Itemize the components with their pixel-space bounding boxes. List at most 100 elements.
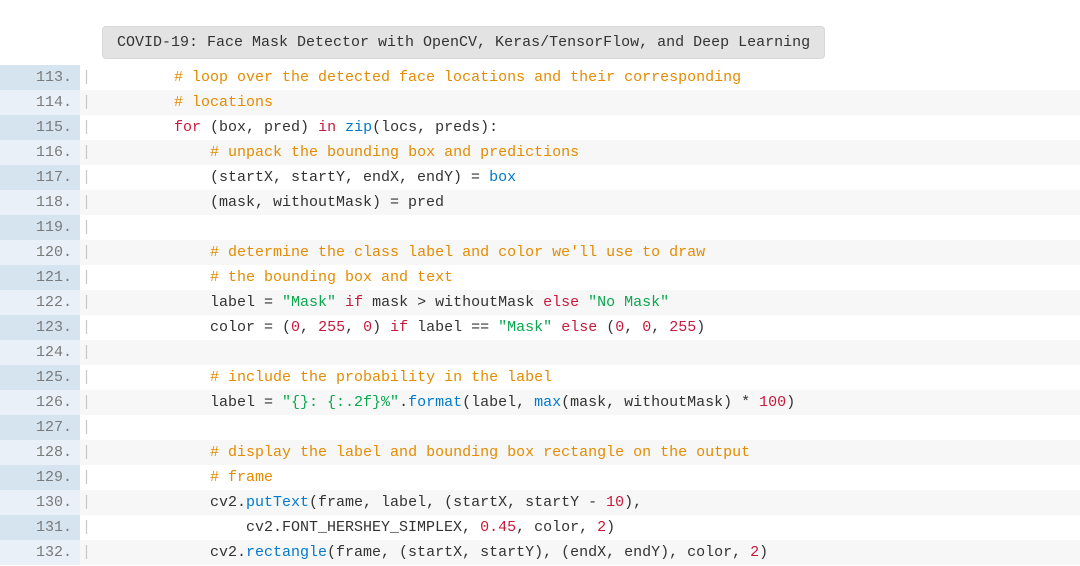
line-number: 118. — [0, 190, 80, 215]
code-row: 126.| label = "{}: {:.2f}%".format(label… — [0, 390, 1080, 415]
line-number: 123. — [0, 315, 80, 340]
code-row: 124.| — [0, 340, 1080, 365]
code-token: "No Mask" — [588, 294, 669, 311]
code-row: 125.| # include the probability in the l… — [0, 365, 1080, 390]
code-content: (startX, startY, endX, endY) = box — [92, 165, 1080, 190]
code-token: cv2.FONT_HERSHEY_SIMPLEX, — [102, 519, 480, 536]
gutter-divider: | — [80, 365, 92, 390]
code-token: 0 — [291, 319, 300, 336]
code-lines: 113.| # loop over the detected face loca… — [0, 65, 1080, 565]
code-token: cv2. — [102, 544, 246, 561]
code-row: 132.| cv2.rectangle(frame, (startX, star… — [0, 540, 1080, 565]
code-row: 127.| — [0, 415, 1080, 440]
code-token: label = — [102, 294, 282, 311]
code-token: # include the probability in the label — [210, 369, 552, 386]
code-token — [102, 144, 210, 161]
code-row: 114.| # locations — [0, 90, 1080, 115]
code-token: (box, pred) — [201, 119, 318, 136]
code-token: 0 — [615, 319, 624, 336]
code-token: , — [624, 319, 642, 336]
gutter-divider: | — [80, 290, 92, 315]
code-token: ), — [624, 494, 642, 511]
code-token — [102, 369, 210, 386]
gutter-divider: | — [80, 90, 92, 115]
code-token: if — [345, 294, 363, 311]
code-token — [102, 219, 111, 236]
code-token — [102, 69, 174, 86]
code-content — [92, 415, 1080, 440]
gutter-divider: | — [80, 515, 92, 540]
code-row: 113.| # loop over the detected face loca… — [0, 65, 1080, 90]
code-token: 255 — [669, 319, 696, 336]
line-number: 127. — [0, 415, 80, 440]
code-token: # the bounding box and text — [210, 269, 453, 286]
code-row: 115.| for (box, pred) in zip(locs, preds… — [0, 115, 1080, 140]
line-number: 130. — [0, 490, 80, 515]
code-token — [102, 269, 210, 286]
code-token: (locs, preds): — [372, 119, 498, 136]
line-number: 126. — [0, 390, 80, 415]
code-token: 2 — [597, 519, 606, 536]
code-token: "Mask" — [498, 319, 552, 336]
code-content: # include the probability in the label — [92, 365, 1080, 390]
line-number: 120. — [0, 240, 80, 265]
code-content: color = (0, 255, 0) if label == "Mask" e… — [92, 315, 1080, 340]
gutter-divider: | — [80, 340, 92, 365]
line-number: 131. — [0, 515, 80, 540]
code-token: ) — [786, 394, 795, 411]
code-token: (label, — [462, 394, 534, 411]
code-content: (mask, withoutMask) = pred — [92, 190, 1080, 215]
code-token: , — [345, 319, 363, 336]
code-row: 129.| # frame — [0, 465, 1080, 490]
code-content — [92, 215, 1080, 240]
line-number: 124. — [0, 340, 80, 365]
code-title: COVID-19: Face Mask Detector with OpenCV… — [102, 26, 825, 59]
code-token: else — [543, 294, 579, 311]
code-token: , color, — [516, 519, 597, 536]
code-token: cv2. — [102, 494, 246, 511]
gutter-divider: | — [80, 315, 92, 340]
code-token: rectangle — [246, 544, 327, 561]
code-token: 100 — [759, 394, 786, 411]
code-row: 131.| cv2.FONT_HERSHEY_SIMPLEX, 0.45, co… — [0, 515, 1080, 540]
code-token: (frame, label, (startX, startY - — [309, 494, 606, 511]
code-token: ) — [372, 319, 390, 336]
code-token — [102, 94, 174, 111]
code-token: (startX, startY, endX, endY) = — [102, 169, 489, 186]
code-token: # unpack the bounding box and prediction… — [210, 144, 579, 161]
gutter-divider: | — [80, 115, 92, 140]
code-content: cv2.FONT_HERSHEY_SIMPLEX, 0.45, color, 2… — [92, 515, 1080, 540]
gutter-divider: | — [80, 540, 92, 565]
code-row: 128.| # display the label and bounding b… — [0, 440, 1080, 465]
code-token: else — [561, 319, 597, 336]
code-row: 122.| label = "Mask" if mask > withoutMa… — [0, 290, 1080, 315]
code-token: 0 — [363, 319, 372, 336]
code-content: # loop over the detected face locations … — [92, 65, 1080, 90]
code-row: 118.| (mask, withoutMask) = pred — [0, 190, 1080, 215]
code-token: 10 — [606, 494, 624, 511]
code-token: label = — [102, 394, 282, 411]
code-token: mask > withoutMask — [363, 294, 543, 311]
code-row: 120.| # determine the class label and co… — [0, 240, 1080, 265]
line-number: 132. — [0, 540, 80, 565]
code-token: format — [408, 394, 462, 411]
line-number: 115. — [0, 115, 80, 140]
gutter-divider: | — [80, 390, 92, 415]
gutter-divider: | — [80, 490, 92, 515]
code-token: max — [534, 394, 561, 411]
code-token: # loop over the detected face locations … — [174, 69, 741, 86]
code-content — [92, 340, 1080, 365]
line-number: 113. — [0, 65, 80, 90]
code-token: box — [489, 169, 516, 186]
code-token: putText — [246, 494, 309, 511]
gutter-divider: | — [80, 440, 92, 465]
code-row: 119.| — [0, 215, 1080, 240]
gutter-divider: | — [80, 415, 92, 440]
code-token: label == — [408, 319, 498, 336]
gutter-divider: | — [80, 190, 92, 215]
code-token — [336, 119, 345, 136]
gutter-divider: | — [80, 265, 92, 290]
code-token: , — [300, 319, 318, 336]
code-token — [102, 469, 210, 486]
code-token — [336, 294, 345, 311]
